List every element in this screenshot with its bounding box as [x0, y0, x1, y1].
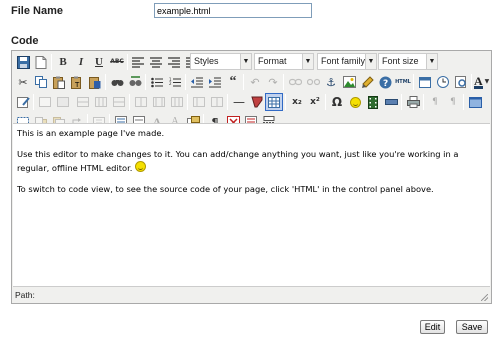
styles-select-value: Styles	[194, 56, 219, 66]
align-center-icon[interactable]	[147, 53, 165, 71]
font-size-select[interactable]: Font size ▼	[378, 53, 438, 70]
move-forward-icon[interactable]	[54, 93, 72, 111]
strikethrough-button[interactable]: ABC	[108, 53, 126, 71]
chevron-down-icon: ▼	[302, 54, 313, 69]
bold-button[interactable]: B	[54, 53, 72, 71]
ltr-icon[interactable]: ¶	[426, 93, 444, 111]
chevron-down-icon: ▼	[426, 54, 437, 69]
cut-icon[interactable]: ✂	[14, 73, 32, 91]
image-icon[interactable]	[340, 73, 358, 91]
svg-text:2: 2	[169, 81, 172, 86]
underline-button[interactable]: U	[90, 53, 108, 71]
font-family-select-value: Font family	[321, 56, 366, 66]
merge-cells-icon[interactable]	[208, 93, 226, 111]
font-family-select[interactable]: Font family ▼	[317, 53, 377, 70]
insert-date-icon[interactable]	[416, 73, 434, 91]
filename-input[interactable]	[154, 3, 312, 18]
svg-text:T: T	[74, 81, 80, 89]
insert-layer-icon[interactable]	[36, 93, 54, 111]
path-label: Path:	[15, 290, 35, 300]
insert-time-icon[interactable]	[434, 73, 452, 91]
filename-label: File Name	[11, 5, 63, 17]
paste-word-icon[interactable]	[86, 73, 104, 91]
superscript-button[interactable]: x²	[306, 93, 324, 111]
delete-col-icon[interactable]	[168, 93, 186, 111]
subscript-button[interactable]: x₂	[288, 93, 306, 111]
chevron-down-icon: ▼	[365, 54, 376, 69]
new-document-icon[interactable]	[32, 53, 50, 71]
indent-icon[interactable]	[206, 73, 224, 91]
align-left-icon[interactable]	[129, 53, 147, 71]
save-icon[interactable]	[14, 53, 32, 71]
advhr-icon[interactable]	[382, 93, 400, 111]
font-color-button[interactable]: A ▼	[472, 73, 496, 91]
col-before-icon[interactable]	[132, 93, 150, 111]
replace-icon[interactable]	[126, 73, 144, 91]
italic-button[interactable]: I	[72, 53, 90, 71]
anchor-icon[interactable]: ⚓	[322, 73, 340, 91]
remove-format-icon[interactable]	[248, 93, 266, 111]
paste-text-icon[interactable]: T	[68, 73, 86, 91]
smiley-icon	[135, 161, 146, 172]
align-right-icon[interactable]	[165, 53, 183, 71]
fullscreen-icon[interactable]	[466, 93, 484, 111]
chevron-down-icon: ▼	[484, 78, 490, 85]
paste-icon[interactable]	[50, 73, 68, 91]
link-icon[interactable]	[286, 73, 304, 91]
media-icon[interactable]	[364, 93, 382, 111]
undo-icon[interactable]: ↶	[246, 73, 264, 91]
format-select-value: Format	[258, 56, 287, 66]
find-icon[interactable]	[108, 73, 126, 91]
smiley-icon	[349, 96, 361, 108]
redo-icon[interactable]: ↷	[264, 73, 282, 91]
copy-icon[interactable]	[32, 73, 50, 91]
rtl-icon[interactable]: ¶	[444, 93, 462, 111]
content-paragraph: This is an example page I've made.	[17, 128, 165, 138]
table-row-before-icon[interactable]	[74, 93, 92, 111]
rich-text-editor: B I U ABC Styles ▼ Format ▼ Font family …	[11, 50, 492, 304]
edit-button[interactable]: Edit	[420, 320, 445, 334]
styles-select[interactable]: Styles ▼	[190, 53, 252, 70]
visual-aid-toggle[interactable]	[265, 93, 283, 111]
blockquote-button[interactable]: “	[224, 73, 242, 91]
font-size-select-value: Font size	[382, 56, 419, 66]
chevron-down-icon: ▼	[240, 54, 251, 69]
font-color-letter: A	[474, 73, 483, 89]
edit-css-icon[interactable]	[14, 93, 32, 111]
split-cells-icon[interactable]	[190, 93, 208, 111]
html-source-button[interactable]: HTML	[394, 73, 412, 91]
svg-text:?: ?	[383, 79, 388, 89]
help-icon[interactable]: ?	[376, 73, 394, 91]
content-paragraph-text: Use this editor to make changes to it. Y…	[17, 149, 459, 173]
save-button[interactable]: Save	[456, 320, 488, 334]
col-after-icon[interactable]	[150, 93, 168, 111]
format-select[interactable]: Format ▼	[254, 53, 314, 70]
preview-icon[interactable]	[452, 73, 470, 91]
content-paragraph: To switch to code view, to see the sourc…	[17, 184, 434, 194]
delete-row-icon[interactable]	[110, 93, 128, 111]
horizontal-rule-button[interactable]: —	[230, 93, 248, 111]
outdent-icon[interactable]	[188, 73, 206, 91]
editor-content-area[interactable]: This is an example page I've made. Use t…	[13, 123, 490, 287]
unlink-icon[interactable]	[304, 73, 322, 91]
bullet-list-icon[interactable]	[148, 73, 166, 91]
toolbar-row-2: ✂ T 12 “ ↶ ↷ ⚓ ? HTML A ▼	[12, 72, 491, 92]
print-icon[interactable]	[404, 93, 422, 111]
toolbar-row-3: — x₂ x² Ω ¶ ¶	[12, 92, 491, 112]
toolbar-row-1: B I U ABC Styles ▼ Format ▼ Font family …	[12, 52, 491, 72]
status-bar: Path:	[13, 288, 490, 303]
table-row-after-icon[interactable]	[92, 93, 110, 111]
cleanup-icon[interactable]	[358, 73, 376, 91]
resize-grip-icon[interactable]	[481, 294, 488, 301]
content-paragraph-2: Use this editor to make changes to it. Y…	[17, 148, 486, 175]
special-char-button[interactable]: Ω	[328, 93, 346, 111]
numbered-list-icon[interactable]: 12	[166, 73, 184, 91]
emotions-icon[interactable]	[346, 93, 364, 111]
code-label: Code	[11, 35, 39, 47]
